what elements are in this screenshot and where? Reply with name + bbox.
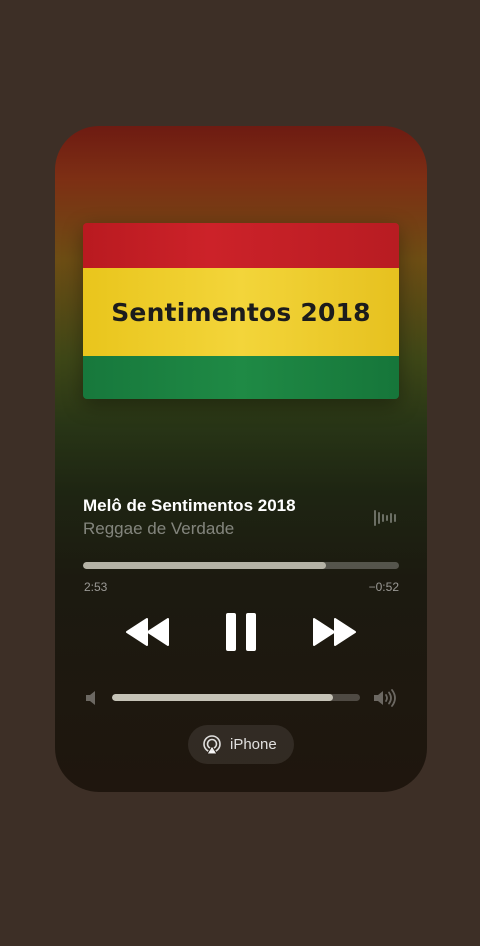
speaker-high-icon (373, 688, 399, 708)
fast-forward-icon (313, 618, 356, 646)
pause-icon (226, 613, 256, 651)
now-playing-card: Sentimentos 2018 Melô de Sentimentos 201… (55, 126, 427, 792)
song-artist[interactable]: Reggae de Verdade (83, 519, 234, 539)
rewind-icon (126, 618, 169, 646)
playback-scrubber[interactable] (83, 562, 399, 569)
artwork-title: Sentimentos 2018 (111, 297, 371, 327)
pause-button[interactable] (225, 612, 257, 652)
volume-level-fill (112, 694, 333, 701)
rewind-button[interactable] (125, 615, 171, 649)
waveform-icon (373, 508, 399, 528)
song-title: Melô de Sentimentos 2018 (83, 496, 296, 515)
remaining-time: −0:52 (368, 580, 399, 594)
playback-progress-fill (83, 562, 327, 569)
screen: Sentimentos 2018 Melô de Sentimentos 201… (0, 0, 480, 946)
elapsed-time: 2:53 (84, 580, 108, 594)
airplay-icon (203, 734, 221, 754)
speaker-low-icon (85, 690, 99, 706)
output-device-label: iPhone (230, 736, 277, 753)
audio-output-button[interactable]: iPhone (188, 725, 294, 764)
flag-green-band (83, 356, 399, 399)
album-artwork[interactable]: Sentimentos 2018 (83, 223, 399, 399)
flag-red-band (83, 223, 399, 268)
fast-forward-button[interactable] (311, 615, 357, 649)
volume-slider[interactable] (112, 694, 360, 701)
